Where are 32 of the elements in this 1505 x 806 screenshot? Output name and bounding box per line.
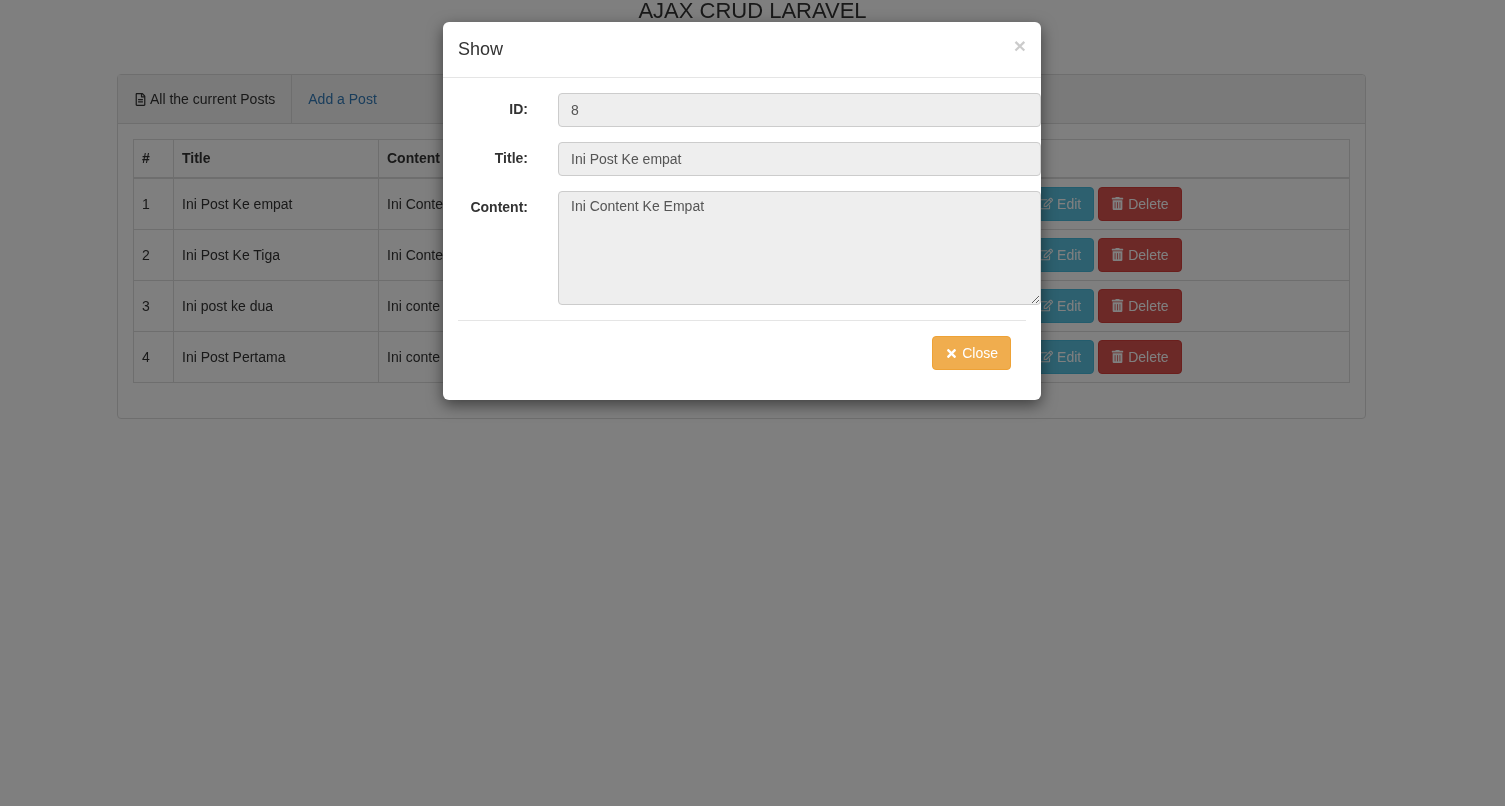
- field-label: Content:: [469, 198, 528, 215]
- document-icon: [134, 92, 147, 106]
- trash-icon: [1111, 248, 1125, 261]
- field-label: ID:: [508, 100, 528, 117]
- close-button[interactable]: ×: [1013, 33, 1026, 58]
- trash-icon: [1111, 350, 1125, 363]
- table-cell: 4: [133, 331, 174, 382]
- tab[interactable]: All the current Posts: [118, 75, 293, 123]
- delete-button[interactable]: Delete: [1098, 186, 1182, 221]
- trash-icon: [1111, 197, 1125, 210]
- table-cell: Ini Post Pertama: [173, 331, 379, 382]
- table-cell: Ini post ke dua: [173, 280, 379, 331]
- table-cell: Ini Post Ke empat: [173, 177, 379, 229]
- close-dialog-button[interactable]: Close: [932, 336, 1011, 370]
- delete-button[interactable]: Delete: [1098, 237, 1182, 272]
- input-field[interactable]: Ini Post Ke empat: [558, 142, 1041, 176]
- tab[interactable]: Add a Post: [292, 75, 393, 123]
- table-cell: 1: [133, 177, 174, 229]
- trash-icon: [1111, 299, 1125, 312]
- input-field[interactable]: 8: [558, 93, 1041, 127]
- page-title: AJAX CRUD LARAVEL: [638, 0, 867, 22]
- field-label: Title:: [493, 149, 528, 166]
- delete-button[interactable]: Delete: [1098, 339, 1182, 374]
- content-field[interactable]: Ini Content Ke Empat: [558, 191, 1041, 305]
- column-header: #: [133, 139, 174, 178]
- table-cell: 3: [133, 280, 174, 331]
- delete-button[interactable]: Delete: [1098, 288, 1182, 323]
- table-cell: Ini Post Ke Tiga: [173, 229, 379, 280]
- dialog-title: Show: [458, 39, 504, 60]
- column-header: Title: [173, 139, 379, 178]
- close-icon: [945, 346, 959, 360]
- table-cell: 2: [133, 229, 174, 280]
